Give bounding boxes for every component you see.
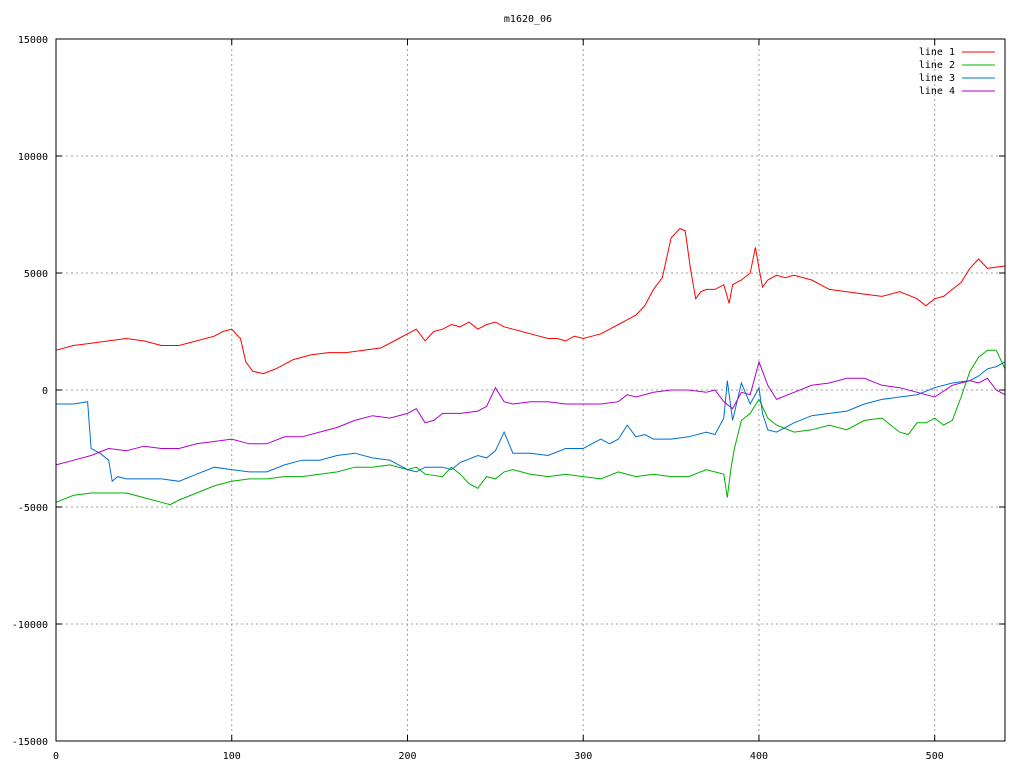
legend-label: line 4: [919, 86, 955, 97]
legend-label: line 1: [919, 47, 955, 58]
y-tick-label: 15000: [18, 35, 48, 46]
legend-label: line 3: [919, 73, 955, 84]
series-line-line-1: [55, 227, 1006, 375]
legend: line 1 line 2 line 3 line 4: [919, 47, 995, 97]
y-tick-label: 0: [42, 386, 48, 397]
x-tick-label: 400: [750, 751, 768, 762]
chart-canvas: m1620_06 0 100 200 300 400 500 -15000 -10000 -50…: [12, 14, 1006, 762]
y-tick-label: 10000: [18, 152, 48, 163]
grid-layer: [56, 39, 1005, 741]
y-tick-label: -10000: [12, 620, 48, 631]
y-tick-label: -5000: [18, 503, 48, 514]
series-layer: [55, 227, 1006, 506]
x-tick-label: 300: [574, 751, 592, 762]
series-line-line-4: [55, 360, 1006, 466]
y-tick-label: -15000: [12, 737, 48, 748]
x-tick-label: 200: [398, 751, 416, 762]
legend-label: line 2: [919, 60, 955, 71]
y-tick-label: 5000: [24, 269, 48, 280]
axis-layer: 0 100 200 300 400 500 -15000 -10000 -5000 0 5000 10…: [12, 35, 1005, 762]
chart-title: m1620_06: [504, 14, 552, 25]
series-line-line-2: [55, 349, 1006, 506]
x-tick-label: 100: [223, 751, 241, 762]
x-tick-label: 0: [53, 751, 59, 762]
x-tick-label: 500: [926, 751, 944, 762]
